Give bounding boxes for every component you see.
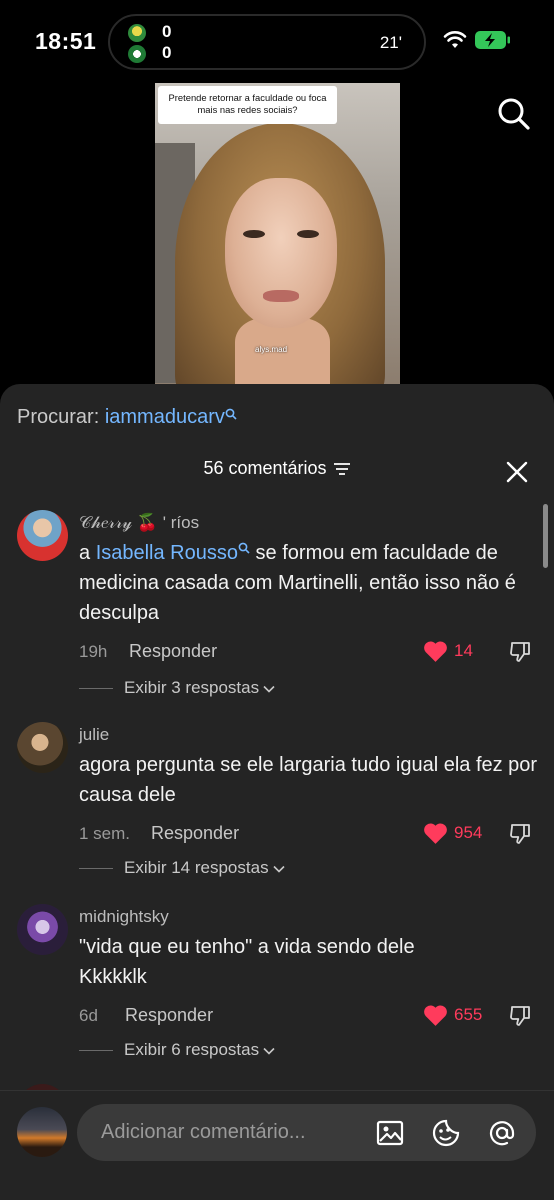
- like-count: 14: [454, 641, 473, 660]
- comment-input-placeholder: Adicionar comentário...: [101, 1121, 306, 1143]
- team-away-icon: [128, 45, 146, 63]
- like-button[interactable]: 954: [423, 822, 493, 846]
- comment-input-bar: Adicionar comentário...: [0, 1090, 554, 1200]
- view-replies-button[interactable]: Exibir 6 respostas: [79, 1040, 275, 1060]
- heart-icon: [424, 641, 447, 662]
- reply-button[interactable]: Responder: [151, 823, 239, 844]
- comments-header: 56 comentários: [0, 458, 554, 479]
- heart-icon: [424, 823, 447, 844]
- wifi-icon: [443, 31, 467, 48]
- person-face: [225, 178, 337, 328]
- comment-text: "vida que eu tenho" a vida sendo dele Kk…: [79, 936, 415, 988]
- reply-button[interactable]: Responder: [125, 1005, 213, 1026]
- search-small-icon: [225, 408, 237, 420]
- avatar[interactable]: [17, 904, 68, 955]
- comment-item: julie agora pergunta se ele largaria tud…: [0, 722, 554, 882]
- video-watermark: alys.mad: [255, 345, 288, 354]
- clock: 18:51: [35, 28, 97, 54]
- emoji-sticker-icon[interactable]: [431, 1118, 461, 1148]
- avatar[interactable]: [17, 722, 68, 773]
- sort-icon[interactable]: [333, 462, 351, 476]
- search-small-icon: [238, 542, 250, 554]
- score-away: 0: [162, 43, 172, 62]
- comment-item: midnightsky "vida que eu tenho" a vida s…: [0, 904, 554, 1064]
- image-icon[interactable]: [375, 1118, 405, 1148]
- heart-icon: [424, 1005, 447, 1026]
- avatar[interactable]: [17, 510, 68, 561]
- video-thumbnail[interactable]: Pretende retornar a faculdade ou foca ma…: [155, 83, 400, 384]
- match-time: 21': [379, 33, 402, 52]
- like-count: 655: [454, 1005, 483, 1024]
- dislike-icon[interactable]: [508, 1004, 532, 1028]
- battery-charging-icon: [475, 31, 510, 49]
- comment-time: 6d: [79, 1006, 98, 1025]
- live-activity-score[interactable]: 0 0 21': [108, 14, 426, 70]
- view-replies-button[interactable]: Exibir 3 respostas: [79, 678, 275, 698]
- mention-icon[interactable]: [487, 1118, 517, 1148]
- search-icon[interactable]: [496, 96, 532, 132]
- comment-username[interactable]: 𝒞𝒽𝑒𝓇𝓇𝓎 🍒 ' ríos: [79, 513, 199, 533]
- my-avatar[interactable]: [17, 1107, 67, 1157]
- dislike-icon[interactable]: [508, 822, 532, 846]
- comment-input[interactable]: Adicionar comentário...: [77, 1104, 536, 1161]
- comment-time: 1 sem.: [79, 824, 131, 843]
- search-suggestion[interactable]: Procurar: iammaducarv: [17, 406, 237, 429]
- comment-item: 𝒞𝒽𝑒𝓇𝓇𝓎 🍒 ' ríos a Isabella Rousso se for…: [0, 510, 554, 700]
- comment-username[interactable]: midnightsky: [79, 907, 169, 927]
- mention-link[interactable]: Isabella Rousso: [96, 542, 238, 564]
- close-icon[interactable]: [506, 461, 528, 483]
- view-replies-button[interactable]: Exibir 14 respostas: [79, 858, 285, 878]
- comment-text: agora pergunta se ele largaria tudo igua…: [79, 754, 538, 806]
- reply-button[interactable]: Responder: [129, 641, 217, 662]
- like-count: 954: [454, 823, 483, 842]
- question-sticker: Pretende retornar a faculdade ou foca ma…: [158, 86, 337, 124]
- score-home: 0: [162, 22, 172, 41]
- chevron-down-icon: [263, 685, 275, 693]
- comment-username[interactable]: julie: [79, 725, 109, 745]
- chevron-down-icon: [263, 1047, 275, 1055]
- dislike-icon[interactable]: [508, 640, 532, 664]
- like-button[interactable]: 14: [423, 640, 483, 664]
- comment-text: a Isabella Rousso se formou em faculdade…: [79, 542, 516, 624]
- comments-sheet: Procurar: iammaducarv 56 comentários 𝒞𝒽𝑒…: [0, 384, 554, 1200]
- status-bar: 18:51 0 0 21': [0, 0, 554, 80]
- team-home-icon: [128, 24, 146, 42]
- comments-count: 56 comentários: [203, 458, 327, 478]
- search-keyword[interactable]: iammaducarv: [105, 406, 225, 428]
- like-button[interactable]: 655: [423, 1004, 493, 1028]
- chevron-down-icon: [273, 865, 285, 873]
- comment-time: 19h: [79, 642, 108, 661]
